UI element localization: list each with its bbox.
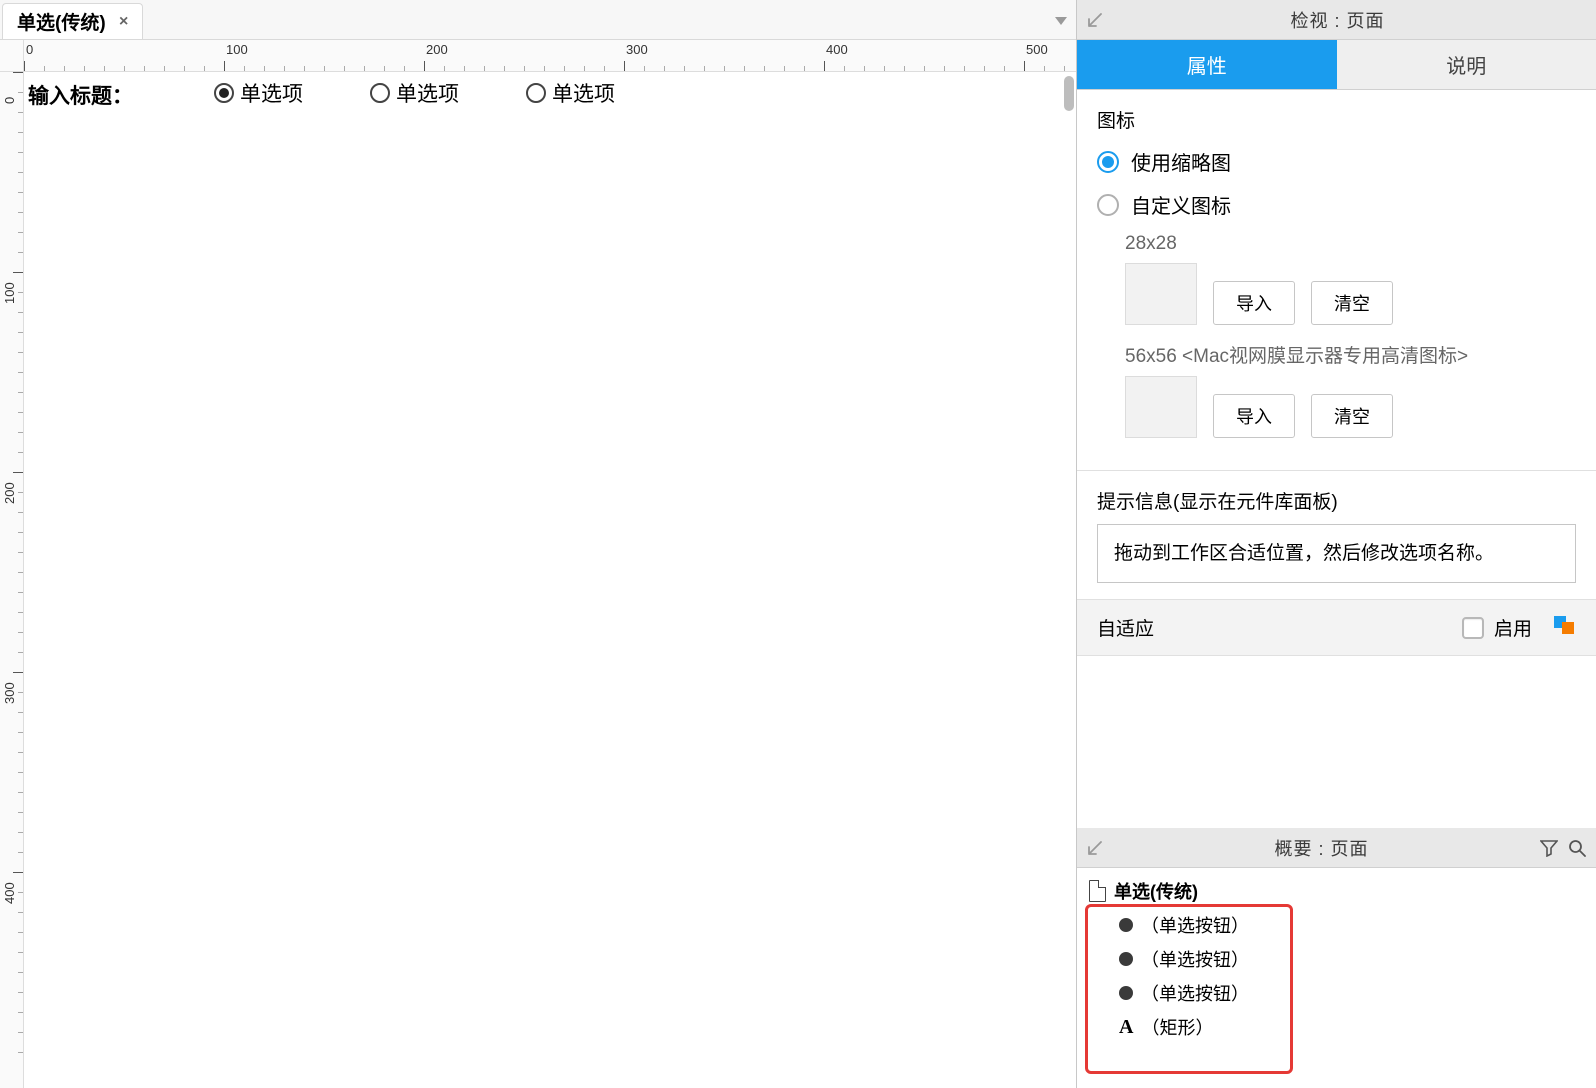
canvas-scrollbar[interactable] — [1064, 76, 1074, 111]
search-icon[interactable] — [1568, 839, 1586, 857]
outline-item[interactable]: A （矩形） — [1077, 1010, 1596, 1044]
ruler-h-tick-label: 400 — [826, 42, 848, 57]
inspector-panel-header: 检视 : 页面 — [1077, 0, 1596, 40]
size-56-label: 56x56 <Mac视网膜显示器专用高清图标> — [1125, 341, 1576, 368]
ruler-h-tick-label: 300 — [626, 42, 648, 57]
section-adaptive: 自适应 启用 — [1077, 600, 1596, 656]
ruler-h-tick-label: 0 — [26, 42, 33, 57]
adaptive-color-icon[interactable] — [1554, 616, 1576, 640]
ruler-h-tick-label: 100 — [226, 42, 248, 57]
icon-preview-56 — [1125, 376, 1197, 438]
radio-checked-icon — [1097, 151, 1119, 173]
radio-icon — [1119, 986, 1133, 1000]
chevron-down-icon — [1055, 17, 1067, 25]
outline-page-row[interactable]: 单选(传统) — [1077, 874, 1596, 908]
radio-option-label: 单选项 — [552, 78, 615, 108]
document-tab[interactable]: 单选(传统) × — [2, 3, 143, 39]
ruler-horizontal[interactable]: 0 100 200 300 400 500 — [24, 40, 1076, 72]
import-28-button[interactable]: 导入 — [1213, 281, 1295, 325]
radio-unchecked-icon — [526, 83, 546, 103]
collapse-arrow-icon[interactable] — [1087, 12, 1103, 28]
clear-28-button[interactable]: 清空 — [1311, 281, 1393, 325]
use-thumbnail-option[interactable]: 使用缩略图 — [1097, 147, 1576, 176]
ruler-v-tick-label: 400 — [2, 882, 17, 904]
radio-unchecked-icon — [1097, 194, 1119, 216]
radio-option-label: 单选项 — [240, 78, 303, 108]
ruler-h-tick-label: 200 — [426, 42, 448, 57]
radio-option-3[interactable]: 单选项 — [526, 78, 615, 108]
radio-checked-icon — [214, 83, 234, 103]
outline-panel-title: 概要 : 页面 — [1113, 835, 1530, 861]
title-label-widget[interactable]: 输入标题： — [28, 80, 133, 110]
outline-page-label: 单选(传统) — [1114, 878, 1198, 904]
outline-panel-header: 概要 : 页面 — [1077, 828, 1596, 868]
tab-notes[interactable]: 说明 — [1337, 40, 1596, 89]
outline-item-label: （单选按钮） — [1141, 946, 1249, 972]
outline-item-label: （单选按钮） — [1141, 912, 1249, 938]
enable-checkbox[interactable] — [1462, 617, 1484, 639]
outline-item[interactable]: （单选按钮） — [1077, 908, 1596, 942]
ruler-corner — [0, 40, 24, 72]
radio-option-label: 单选项 — [396, 78, 459, 108]
ruler-v-tick-label: 0 — [2, 97, 17, 104]
use-thumbnail-label: 使用缩略图 — [1131, 147, 1231, 176]
outline-tree: 单选(传统) （单选按钮） （单选按钮） （单选按钮） A （矩形） — [1077, 868, 1596, 1088]
close-icon[interactable]: × — [116, 14, 132, 30]
radio-option-1[interactable]: 单选项 — [214, 78, 303, 108]
outline-item[interactable]: （单选按钮） — [1077, 976, 1596, 1010]
section-icon-heading: 图标 — [1097, 106, 1576, 133]
radio-icon — [1119, 918, 1133, 932]
page-icon — [1089, 880, 1106, 902]
adaptive-label: 自适应 — [1097, 614, 1452, 641]
outline-item-label: （单选按钮） — [1141, 980, 1249, 1006]
custom-icon-label: 自定义图标 — [1131, 190, 1231, 219]
document-tab-label: 单选(传统) — [17, 8, 106, 35]
ruler-v-tick-label: 300 — [2, 682, 17, 704]
outline-item-label: （矩形） — [1141, 1014, 1213, 1040]
hint-label: 提示信息(显示在元件库面板) — [1097, 487, 1576, 514]
hint-body[interactable]: 拖动到工作区合适位置，然后修改选项名称。 — [1097, 524, 1576, 583]
tab-properties[interactable]: 属性 — [1077, 40, 1337, 89]
clear-56-button[interactable]: 清空 — [1311, 394, 1393, 438]
ruler-h-tick-label: 500 — [1026, 42, 1048, 57]
custom-icon-option[interactable]: 自定义图标 — [1097, 190, 1576, 219]
import-56-button[interactable]: 导入 — [1213, 394, 1295, 438]
icon-preview-28 — [1125, 263, 1197, 325]
outline-item[interactable]: （单选按钮） — [1077, 942, 1596, 976]
radio-option-2[interactable]: 单选项 — [370, 78, 459, 108]
enable-label: 启用 — [1494, 614, 1532, 641]
collapse-arrow-icon[interactable] — [1087, 840, 1103, 856]
radio-unchecked-icon — [370, 83, 390, 103]
ruler-vertical[interactable]: 0 100 200 300 400 — [0, 72, 24, 1088]
size-28-label: 28x28 — [1125, 233, 1576, 255]
radio-icon — [1119, 952, 1133, 966]
inspector-panel-title: 检视 : 页面 — [1113, 7, 1562, 33]
filter-icon[interactable] — [1540, 839, 1558, 857]
section-icon: 图标 使用缩略图 自定义图标 28x28 导入 清空 — [1077, 90, 1596, 471]
document-tab-strip: 单选(传统) × — [0, 0, 1076, 40]
ruler-v-tick-label: 200 — [2, 482, 17, 504]
inspector-sub-tabs: 属性 说明 — [1077, 40, 1596, 90]
design-canvas[interactable]: 输入标题： 单选项 单选项 单选项 — [24, 72, 1076, 1088]
ruler-v-tick-label: 100 — [2, 282, 17, 304]
section-hint: 提示信息(显示在元件库面板) 拖动到工作区合适位置，然后修改选项名称。 — [1077, 471, 1596, 600]
text-widget-icon: A — [1119, 1016, 1133, 1039]
tab-dropdown-toggle[interactable] — [1046, 3, 1076, 39]
